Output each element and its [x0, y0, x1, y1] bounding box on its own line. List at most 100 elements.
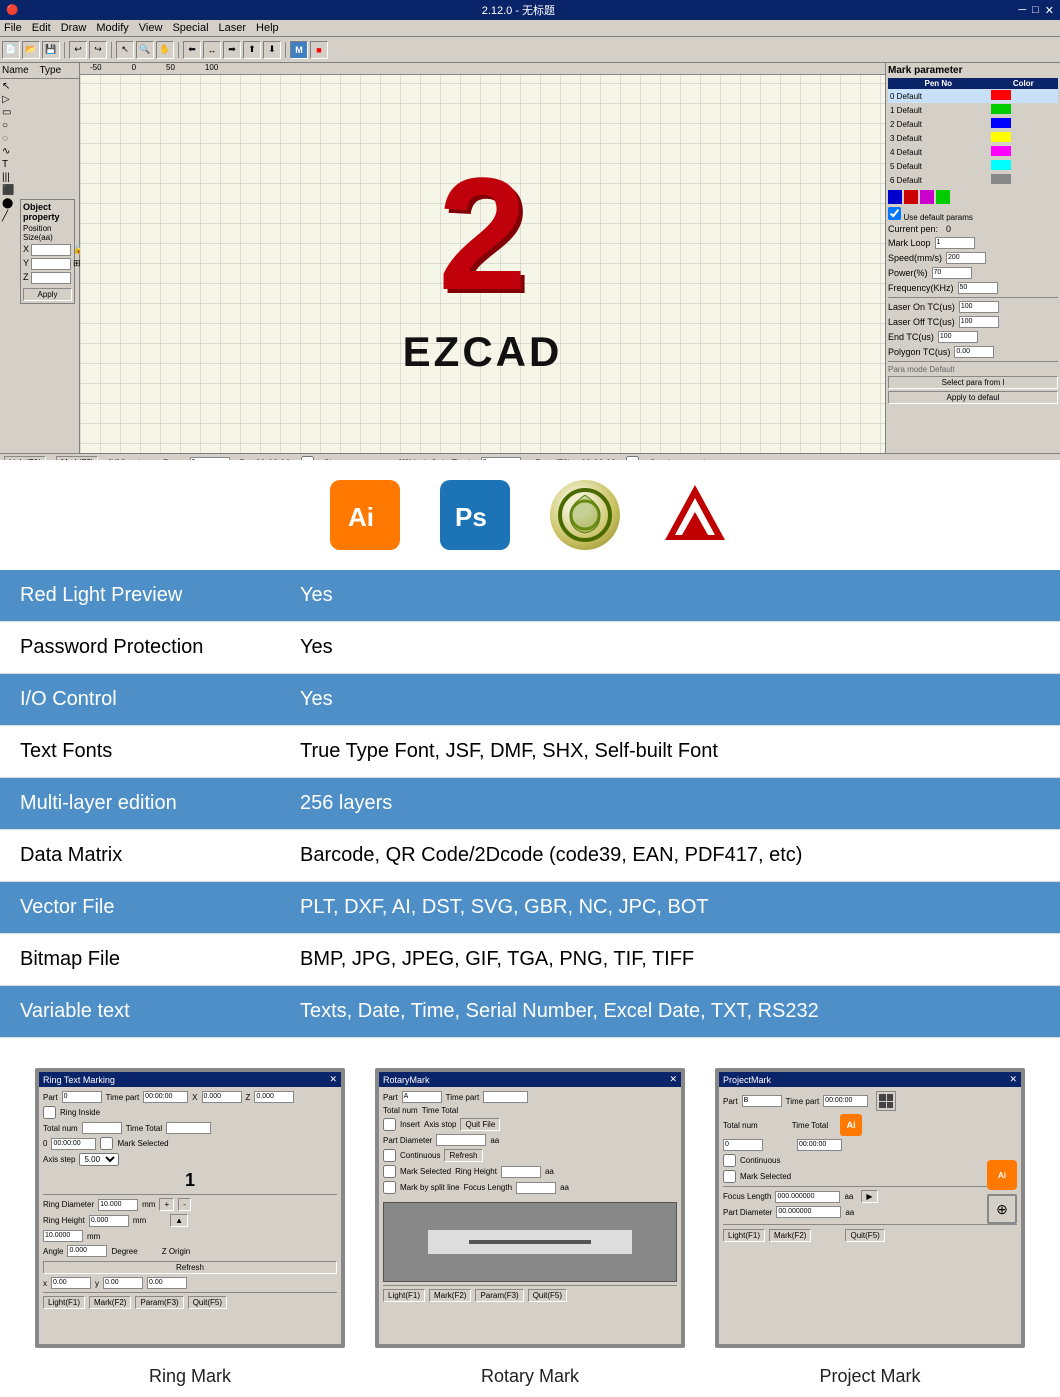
toolbar-save[interactable]: 💾	[42, 41, 60, 59]
toolbar-align-center[interactable]: ↔	[203, 41, 221, 59]
ring-x-val[interactable]: 0.000	[202, 1091, 242, 1103]
mark-loop-input[interactable]: 1	[935, 237, 975, 249]
ring-close-btn[interactable]: ✕	[329, 1074, 337, 1085]
polygon-tc-input[interactable]: 0.00	[954, 346, 994, 358]
toolbar-redo[interactable]: ↪	[89, 41, 107, 59]
canvas-area[interactable]: 2 EZCAD -50050100	[80, 63, 885, 453]
ring-mark-btn[interactable]: Mark(F2)	[89, 1296, 131, 1309]
proj-part-val[interactable]: B	[742, 1095, 782, 1107]
menu-edit[interactable]: Edit	[32, 22, 51, 34]
show-contour-check[interactable]	[301, 456, 314, 460]
toolbar-align-bottom[interactable]: ⬇	[263, 41, 281, 59]
ring-x-move[interactable]: 0.00	[51, 1277, 91, 1289]
ring-tp-val[interactable]: 00:00:00	[143, 1091, 188, 1103]
swatch-magenta[interactable]	[920, 190, 934, 204]
speed-input[interactable]: 200	[946, 252, 986, 264]
toolbar-new[interactable]: 📄	[2, 41, 20, 59]
rotary-quit-diam[interactable]: Quit File	[460, 1118, 500, 1131]
ring-y-move[interactable]: 0.00	[103, 1277, 143, 1289]
ring-minus-btn[interactable]: -	[178, 1198, 191, 1211]
ring-part2-time[interactable]: 00:00:00	[51, 1138, 96, 1150]
apply-to-default-button[interactable]: Apply to defaul	[888, 391, 1058, 404]
ring-focus-val[interactable]: 10.0000	[43, 1230, 83, 1242]
menu-modify[interactable]: Modify	[96, 22, 128, 34]
toolbar-open[interactable]: 📂	[22, 41, 40, 59]
rotary-refresh-btn[interactable]: Refresh	[444, 1149, 482, 1162]
swatch-blue[interactable]	[888, 190, 902, 204]
window-controls[interactable]: ─ □ ✕	[1018, 4, 1054, 17]
x-input[interactable]	[31, 244, 71, 256]
apply-button[interactable]: Apply	[23, 288, 72, 301]
rotary-param-btn[interactable]: Param(F3)	[475, 1289, 523, 1302]
toolbar-align-top[interactable]: ⬆	[243, 41, 261, 59]
swatch-green[interactable]	[936, 190, 950, 204]
ring-height-val[interactable]: 0.000	[89, 1215, 129, 1227]
rotary-focus-val[interactable]	[516, 1182, 556, 1194]
ring-time-total[interactable]	[166, 1122, 211, 1134]
ring-part-val[interactable]: 0	[62, 1091, 102, 1103]
ring-plus-btn[interactable]: +	[159, 1198, 174, 1211]
freq-input[interactable]: 50	[958, 282, 998, 294]
maximize-icon[interactable]: □	[1032, 4, 1039, 17]
proj-part-diam-val[interactable]: 00.000000	[776, 1206, 841, 1218]
tool-bezier[interactable]: ∿	[2, 146, 18, 157]
z-input[interactable]	[31, 272, 71, 284]
proj-mark-btn[interactable]: Mark(F2)	[769, 1229, 811, 1242]
ring-mark-sel-check[interactable]	[100, 1137, 113, 1150]
proj-cont-check[interactable]	[723, 1154, 736, 1167]
rotary-light-btn[interactable]: Light(F1)	[383, 1289, 425, 1302]
rotary-cont-check[interactable]	[383, 1149, 396, 1162]
tool-bitmap[interactable]: ⬛	[2, 185, 18, 196]
toolbar-undo[interactable]: ↩	[69, 41, 87, 59]
ring-light-btn[interactable]: Light(F1)	[43, 1296, 85, 1309]
laser-off-input[interactable]: 100	[959, 316, 999, 328]
rotary-close-btn[interactable]: ✕	[669, 1074, 677, 1085]
rotary-time-val[interactable]	[483, 1091, 528, 1103]
rotary-mark-sel-check[interactable]	[383, 1165, 396, 1178]
proj-quit-btn[interactable]: Quit(F5)	[845, 1229, 884, 1242]
menu-view[interactable]: View	[139, 22, 163, 34]
ring-refresh-btn[interactable]: Refresh	[43, 1261, 337, 1274]
toolbar-mark[interactable]: M	[290, 41, 308, 59]
pen-row-5[interactable]: 5 Default	[888, 159, 1058, 173]
ring-diam-val[interactable]: 10.000	[98, 1199, 138, 1211]
toolbar-align-left[interactable]: ⬅	[183, 41, 201, 59]
pen-row-2[interactable]: 2 Default	[888, 117, 1058, 131]
pen-row-4[interactable]: 4 Default	[888, 145, 1058, 159]
part-count[interactable]: 0	[190, 457, 230, 461]
proj-light-btn[interactable]: Light(F1)	[723, 1229, 765, 1242]
project-close-btn[interactable]: ✕	[1009, 1074, 1017, 1085]
y-input[interactable]	[31, 258, 71, 270]
menu-draw[interactable]: Draw	[61, 22, 87, 34]
swatch-red[interactable]	[904, 190, 918, 204]
proj-focus-val[interactable]: 000.000000	[775, 1191, 840, 1203]
continue-mode-check[interactable]	[626, 456, 639, 460]
proj-focus-btn[interactable]: ▶	[861, 1190, 877, 1203]
ring-total-num[interactable]	[82, 1122, 122, 1134]
toolbar-align-right[interactable]: ➡	[223, 41, 241, 59]
pen-row-6[interactable]: 6 Default	[888, 173, 1058, 187]
mark-button[interactable]: Mark(F2)	[56, 456, 98, 460]
rotary-mark-btn[interactable]: Mark(F2)	[429, 1289, 471, 1302]
ring-axis-select[interactable]: 5.00	[79, 1153, 119, 1166]
tool-arrow[interactable]: ↖	[2, 81, 18, 92]
pen-row-0[interactable]: 0 Default	[888, 89, 1058, 103]
toolbar-pan[interactable]: ✋	[156, 41, 174, 59]
menu-file[interactable]: File	[4, 22, 22, 34]
proj-grid-icon[interactable]	[876, 1091, 896, 1111]
power-input[interactable]: 70	[932, 267, 972, 279]
tool-circle[interactable]: ○	[2, 120, 18, 131]
menu-laser[interactable]: Laser	[219, 22, 247, 34]
ring-param-btn[interactable]: Param(F3)	[135, 1296, 183, 1309]
tool-barcode[interactable]: |||	[2, 172, 18, 183]
menu-special[interactable]: Special	[172, 22, 208, 34]
rotary-insert-check[interactable]	[383, 1118, 396, 1131]
tool-ellipse[interactable]: ◌	[2, 133, 18, 144]
proj-total-time[interactable]: 00:00:00	[797, 1139, 842, 1151]
ring-z-val[interactable]: 0.000	[254, 1091, 294, 1103]
toolbar-stop[interactable]: ■	[310, 41, 328, 59]
menu-help[interactable]: Help	[256, 22, 279, 34]
light-button[interactable]: Light(F1)	[4, 456, 46, 460]
rotary-split-check[interactable]	[383, 1181, 396, 1194]
tool-text[interactable]: T	[2, 159, 18, 170]
